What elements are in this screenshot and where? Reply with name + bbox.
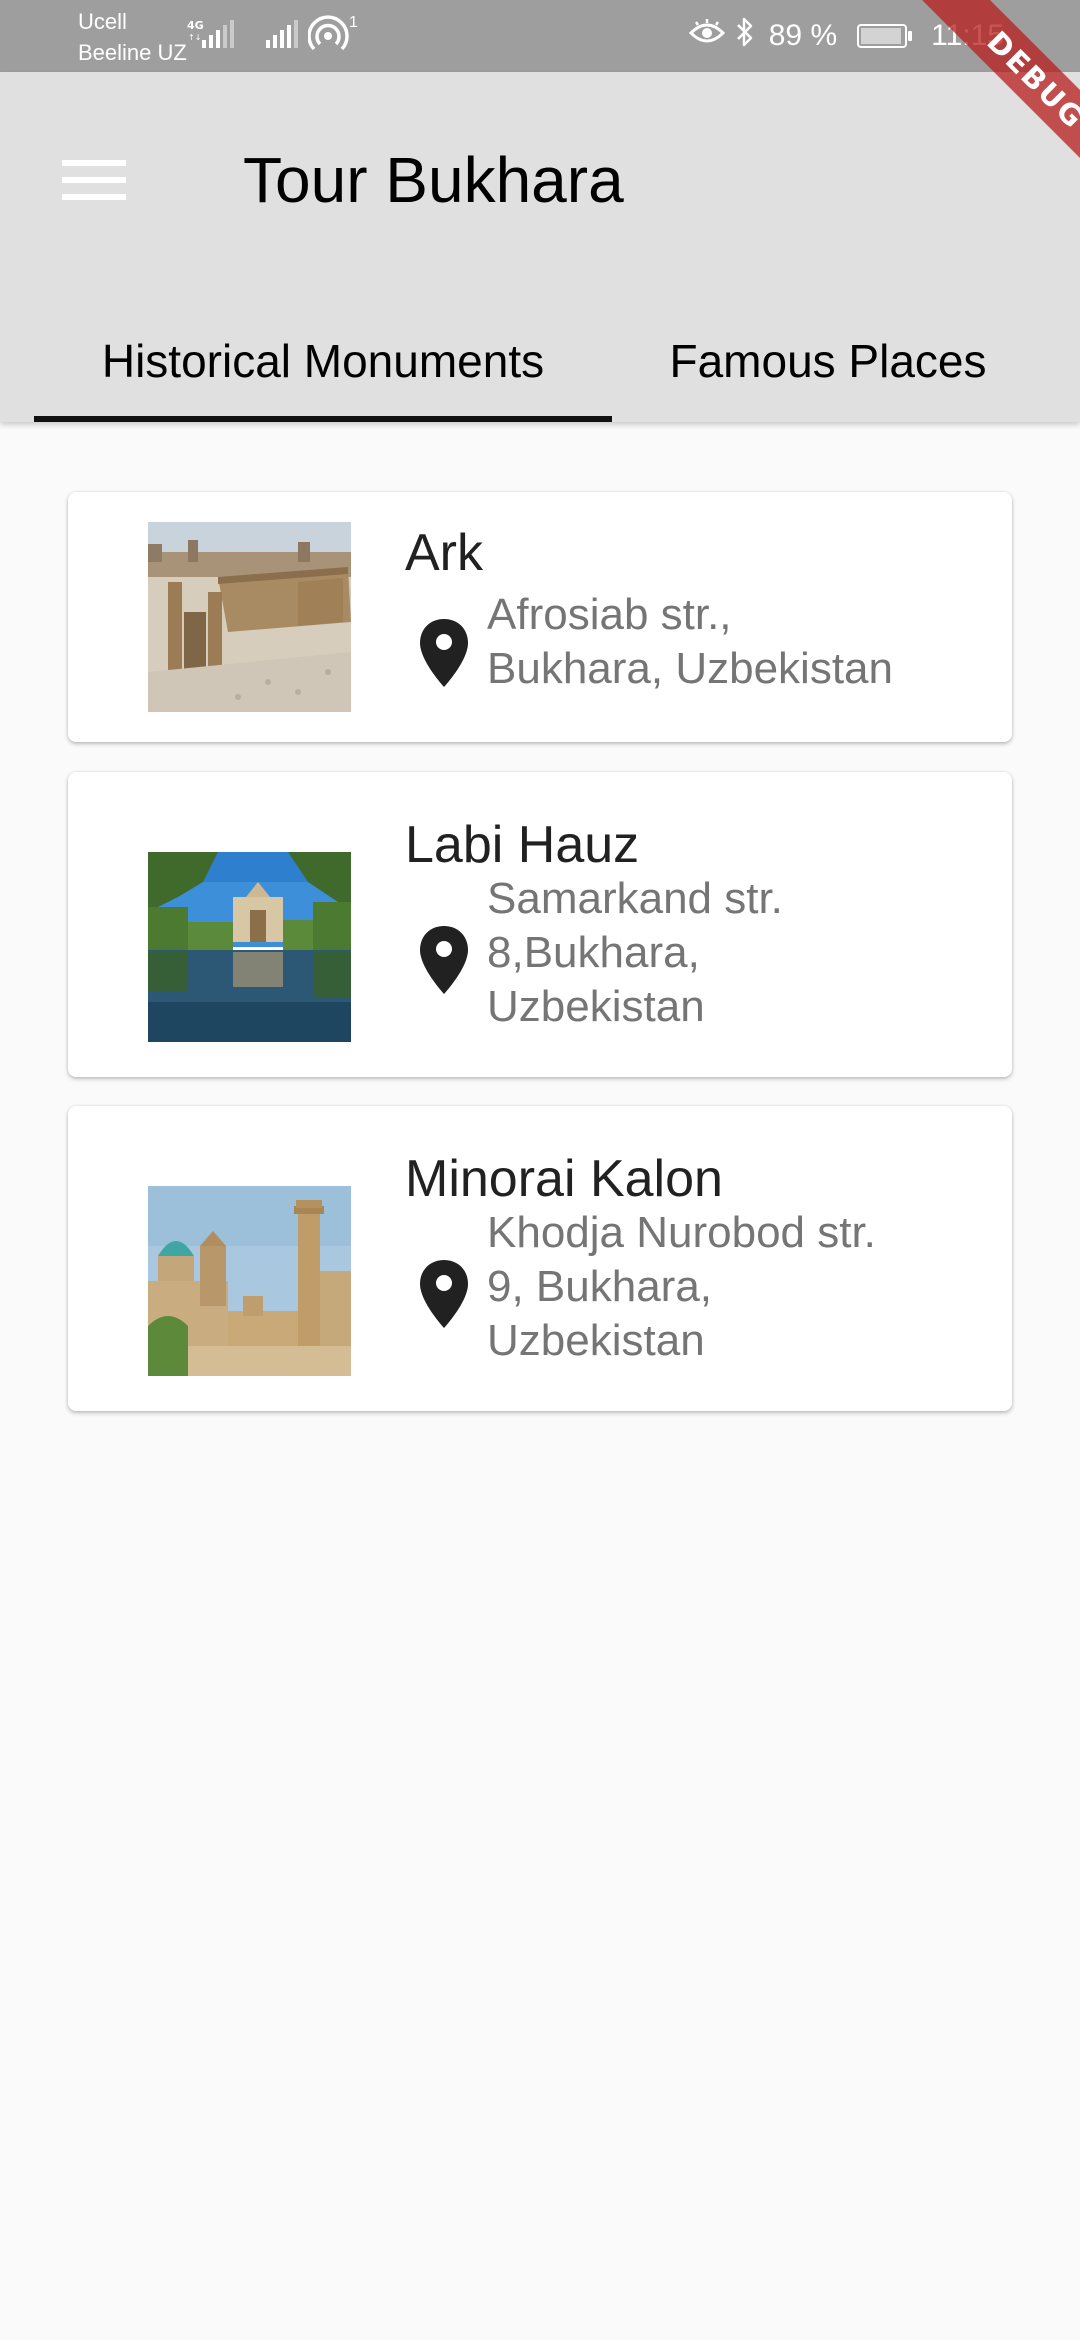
address-line: Samarkand str. (487, 874, 783, 923)
hotspot-count-label: 1 (349, 14, 358, 31)
place-thumbnail-ark (148, 522, 351, 712)
place-address: Khodja Nurobod str. 9, Bukhara, Uzbekist… (487, 1206, 987, 1368)
tab-historical-monuments[interactable]: Historical Monuments (34, 300, 612, 422)
app-bar: Tour Bukhara Historical Monuments Famous… (0, 72, 1080, 422)
clock-label: 11:15 (931, 19, 1004, 52)
app-title: Tour Bukhara (243, 144, 624, 216)
address-line: Afrosiab str., (487, 590, 732, 639)
network-type-label: 4G (187, 19, 204, 32)
address-line: Uzbekistan (487, 1316, 705, 1365)
place-address: Samarkand str. 8,Bukhara, Uzbekistan (487, 872, 987, 1034)
battery-percent-label: 89 % (768, 19, 838, 52)
tab-label: Famous Places (669, 335, 987, 387)
place-card[interactable]: Labi Hauz Samarkand str. 8,Bukhara, Uzbe… (68, 772, 1012, 1077)
carrier-2-label: Beeline UZ (78, 40, 187, 65)
place-name: Ark (405, 524, 483, 582)
carrier-info: Ucell Beeline UZ (78, 6, 187, 68)
signal-4g-icon: 4G ↑↓ (186, 18, 242, 50)
location-pin-icon (418, 1258, 470, 1330)
location-pin-icon (418, 924, 470, 996)
svg-text:↑↓: ↑↓ (188, 33, 201, 42)
tab-indicator (34, 416, 612, 422)
place-name: Labi Hauz (405, 816, 640, 874)
place-thumbnail-minorai-kalon (148, 1186, 351, 1376)
address-line: Uzbekistan (487, 982, 705, 1031)
carrier-1-label: Ucell (78, 9, 127, 34)
tab-famous-places[interactable]: Famous Places (612, 300, 1044, 422)
address-line: Khodja Nurobod str. (487, 1208, 876, 1257)
address-line: Bukhara, Uzbekistan (487, 644, 893, 693)
status-bar: Ucell Beeline UZ 4G ↑↓ 1 89 % 11:15 (0, 0, 1080, 72)
place-thumbnail-labi-hauz (148, 852, 351, 1042)
place-card[interactable]: Ark Afrosiab str., Bukhara, Uzbekistan (68, 492, 1012, 742)
address-line: 8,Bukhara, (487, 928, 700, 977)
address-line: 9, Bukhara, (487, 1262, 713, 1311)
hamburger-menu-icon (62, 156, 126, 204)
bluetooth-icon (735, 16, 755, 56)
place-card[interactable]: Minorai Kalon Khodja Nurobod str. 9, Buk… (68, 1106, 1012, 1411)
status-right: 89 % 11:15 (688, 13, 1004, 59)
signal-icon (264, 18, 304, 50)
place-name: Minorai Kalon (405, 1150, 723, 1208)
location-pin-icon (418, 617, 470, 689)
hotspot-icon: 1 (307, 14, 360, 54)
eye-comfort-icon (688, 19, 725, 53)
place-address: Afrosiab str., Bukhara, Uzbekistan (487, 588, 987, 696)
menu-button[interactable] (42, 128, 146, 232)
tab-label: Historical Monuments (101, 335, 545, 387)
battery-icon (857, 24, 913, 48)
